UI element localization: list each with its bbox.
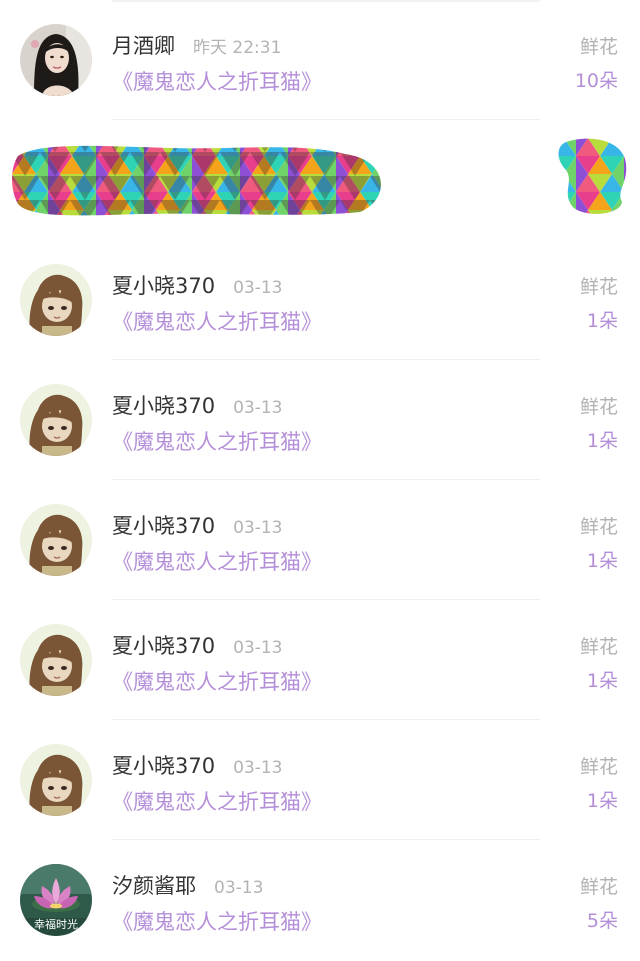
avatar-watermark: 幸福时光: [34, 918, 78, 931]
list-item[interactable]: 幸福时光 汐颜酱耶 03-13 《魔鬼恋人之折耳猫》 鲜花 5朵: [0, 840, 640, 960]
book-title-link[interactable]: 《魔鬼恋人之折耳猫》: [112, 906, 322, 936]
name-line: 夏小晓370 03-13: [112, 630, 283, 660]
gift-type: 鲜花: [579, 516, 618, 538]
name-line: 夏小晓370 03-13: [112, 510, 283, 540]
gift-count: 1朵: [586, 430, 618, 452]
avatar[interactable]: 幸福时光: [20, 864, 92, 936]
avatar[interactable]: [20, 24, 92, 96]
avatar[interactable]: [20, 384, 92, 456]
anime-girl-avatar-icon: [20, 744, 92, 816]
user-name[interactable]: 夏小晓370: [112, 630, 215, 660]
timestamp: 03-13: [233, 518, 283, 538]
gift-count: 10朵: [574, 70, 618, 92]
list-item[interactable]: 夏小晓370 03-13 《魔鬼恋人之折耳猫》 鲜花 1朵: [0, 600, 640, 720]
timestamp: 03-13: [233, 758, 283, 778]
avatar[interactable]: [20, 744, 92, 816]
redacted-row: [0, 120, 640, 240]
book-title-link[interactable]: 《魔鬼恋人之折耳猫》: [112, 546, 322, 576]
user-name[interactable]: 汐颜酱耶: [112, 870, 196, 900]
avatar[interactable]: [20, 264, 92, 336]
list-item[interactable]: 夏小晓370 03-13 《魔鬼恋人之折耳猫》 鲜花 1朵: [0, 240, 640, 360]
list-item[interactable]: 夏小晓370 03-13 《魔鬼恋人之折耳猫》 鲜花 1朵: [0, 360, 640, 480]
gift-count: 1朵: [586, 310, 618, 332]
list-item[interactable]: 月酒卿 昨天 22:31 《魔鬼恋人之折耳猫》 鲜花 10朵: [0, 0, 640, 120]
mosaic-censor-icon: [12, 138, 627, 216]
name-line: 夏小晓370 03-13: [112, 750, 283, 780]
anime-girl-avatar-icon: [20, 624, 92, 696]
book-title-link[interactable]: 《魔鬼恋人之折耳猫》: [112, 666, 322, 696]
gift-count: 1朵: [586, 550, 618, 572]
gift-type: 鲜花: [579, 636, 618, 658]
book-title-link[interactable]: 《魔鬼恋人之折耳猫》: [112, 426, 322, 456]
user-name[interactable]: 夏小晓370: [112, 390, 215, 420]
gift-count: 1朵: [586, 790, 618, 812]
user-name[interactable]: 夏小晓370: [112, 510, 215, 540]
gift-type: 鲜花: [579, 276, 618, 298]
timestamp: 03-13: [233, 638, 283, 658]
list-item[interactable]: 夏小晓370 03-13 《魔鬼恋人之折耳猫》 鲜花 1朵: [0, 480, 640, 600]
book-title-link[interactable]: 《魔鬼恋人之折耳猫》: [112, 306, 322, 336]
timestamp: 03-13: [214, 878, 264, 898]
gift-count: 5朵: [586, 910, 618, 932]
name-line: 夏小晓370 03-13: [112, 270, 283, 300]
name-line: 夏小晓370 03-13: [112, 390, 283, 420]
gift-type: 鲜花: [579, 396, 618, 418]
name-line: 月酒卿 昨天 22:31: [112, 30, 281, 60]
gift-type: 鲜花: [579, 36, 618, 58]
list-item[interactable]: 夏小晓370 03-13 《魔鬼恋人之折耳猫》 鲜花 1朵: [0, 720, 640, 840]
woman-portrait-avatar-icon: [20, 24, 92, 96]
book-title-link[interactable]: 《魔鬼恋人之折耳猫》: [112, 786, 322, 816]
name-line: 汐颜酱耶 03-13: [112, 870, 263, 900]
user-name[interactable]: 月酒卿: [112, 30, 175, 60]
timestamp: 03-13: [233, 398, 283, 418]
timestamp: 昨天 22:31: [193, 38, 282, 58]
gift-type: 鲜花: [579, 756, 618, 778]
anime-girl-avatar-icon: [20, 504, 92, 576]
avatar[interactable]: [20, 624, 92, 696]
user-name[interactable]: 夏小晓370: [112, 270, 215, 300]
gift-type: 鲜花: [579, 876, 618, 898]
avatar[interactable]: [20, 504, 92, 576]
book-title-link[interactable]: 《魔鬼恋人之折耳猫》: [112, 66, 322, 96]
gift-count: 1朵: [586, 670, 618, 692]
anime-girl-avatar-icon: [20, 384, 92, 456]
anime-girl-avatar-icon: [20, 264, 92, 336]
user-name[interactable]: 夏小晓370: [112, 750, 215, 780]
timestamp: 03-13: [233, 278, 283, 298]
